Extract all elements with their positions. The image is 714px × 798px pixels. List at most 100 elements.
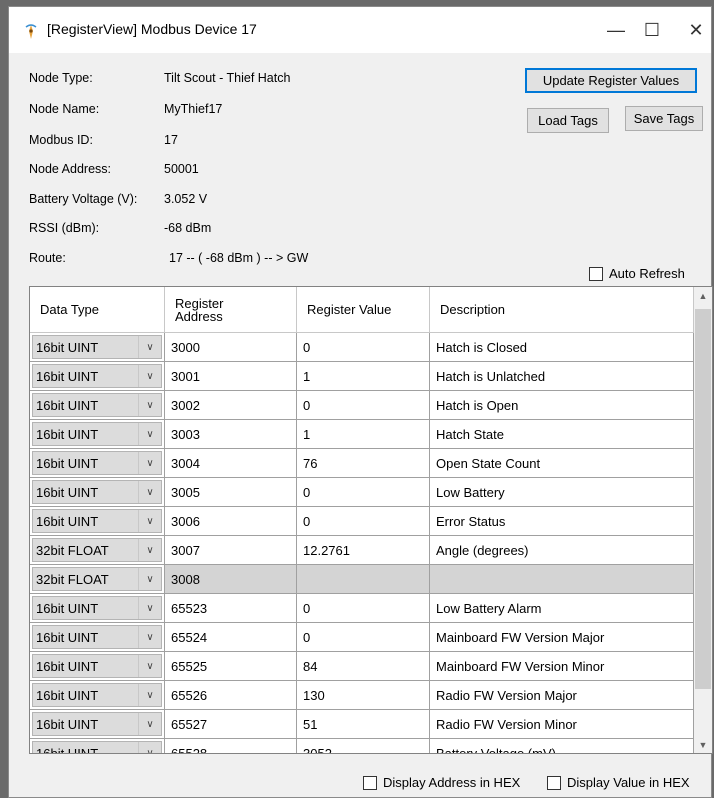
data-type-cell[interactable]: 16bit UINT ∨: [30, 739, 165, 753]
display-address-hex-checkbox[interactable]: [363, 775, 377, 790]
auto-refresh-checkbox[interactable]: [589, 266, 603, 281]
register-value-cell[interactable]: 0: [297, 507, 430, 536]
register-grid[interactable]: Data Type Register Address Register Valu…: [29, 286, 713, 754]
description-cell[interactable]: Open State Count: [430, 449, 694, 478]
register-address-cell[interactable]: 3005: [165, 478, 297, 507]
table-row[interactable]: 16bit UINT ∨ 65524 0 Mainboard FW Version Ma…: [30, 623, 694, 652]
data-type-cell[interactable]: 16bit UINT ∨: [30, 478, 165, 507]
data-type-dropdown[interactable]: 16bit UINT ∨: [32, 654, 162, 678]
description-cell[interactable]: Hatch is Closed: [430, 333, 694, 362]
chevron-down-icon[interactable]: ∨: [138, 742, 161, 753]
chevron-down-icon[interactable]: ∨: [138, 626, 161, 648]
data-type-dropdown[interactable]: 16bit UINT ∨: [32, 596, 162, 620]
table-row[interactable]: 16bit UINT ∨ 3001 1 Hatch is Unlatched: [30, 362, 694, 391]
description-cell[interactable]: Hatch is Open: [430, 391, 694, 420]
register-address-cell[interactable]: 65527: [165, 710, 297, 739]
data-type-dropdown[interactable]: 16bit UINT ∨: [32, 480, 162, 504]
register-address-cell[interactable]: 3007: [165, 536, 297, 565]
data-type-cell[interactable]: 16bit UINT ∨: [30, 362, 165, 391]
register-value-cell[interactable]: 0: [297, 623, 430, 652]
table-row[interactable]: 16bit UINT ∨ 3004 76 Open State Count: [30, 449, 694, 478]
register-value-cell[interactable]: 130: [297, 681, 430, 710]
register-address-cell[interactable]: 3001: [165, 362, 297, 391]
table-row[interactable]: 16bit UINT ∨ 3003 1 Hatch State: [30, 420, 694, 449]
chevron-down-icon[interactable]: ∨: [138, 423, 161, 445]
chevron-down-icon[interactable]: ∨: [138, 365, 161, 387]
data-type-cell[interactable]: 32bit FLOAT ∨: [30, 536, 165, 565]
data-type-cell[interactable]: 16bit UINT ∨: [30, 681, 165, 710]
description-cell[interactable]: Radio FW Version Minor: [430, 710, 694, 739]
table-row[interactable]: 16bit UINT ∨ 3005 0 Low Battery: [30, 478, 694, 507]
table-row[interactable]: 16bit UINT ∨ 65526 130 Radio FW Version Majo…: [30, 681, 694, 710]
register-value-cell[interactable]: 12.2761: [297, 536, 430, 565]
chevron-down-icon[interactable]: ∨: [138, 597, 161, 619]
data-type-dropdown[interactable]: 32bit FLOAT ∨: [32, 538, 162, 562]
register-address-cell[interactable]: 3003: [165, 420, 297, 449]
data-type-cell[interactable]: 32bit FLOAT ∨: [30, 565, 165, 594]
header-data-type[interactable]: Data Type: [30, 287, 165, 333]
register-value-cell[interactable]: 0: [297, 391, 430, 420]
data-type-cell[interactable]: 16bit UINT ∨: [30, 449, 165, 478]
table-row[interactable]: 16bit UINT ∨ 65525 84 Mainboard FW Version M…: [30, 652, 694, 681]
description-cell[interactable]: Radio FW Version Major: [430, 681, 694, 710]
close-button[interactable]: ✕: [673, 7, 714, 53]
description-cell[interactable]: Angle (degrees): [430, 536, 694, 565]
data-type-cell[interactable]: 16bit UINT ∨: [30, 652, 165, 681]
chevron-down-icon[interactable]: ∨: [138, 394, 161, 416]
register-address-cell[interactable]: 3008: [165, 565, 297, 594]
chevron-down-icon[interactable]: ∨: [138, 452, 161, 474]
data-type-dropdown[interactable]: 16bit UINT ∨: [32, 393, 162, 417]
register-value-cell[interactable]: 1: [297, 362, 430, 391]
register-address-cell[interactable]: 65525: [165, 652, 297, 681]
description-cell[interactable]: Low Battery Alarm: [430, 594, 694, 623]
update-register-values-button[interactable]: Update Register Values: [525, 68, 697, 93]
auto-refresh-toggle[interactable]: Auto Refresh: [589, 266, 685, 281]
data-type-cell[interactable]: 16bit UINT ∨: [30, 710, 165, 739]
data-type-cell[interactable]: 16bit UINT ∨: [30, 623, 165, 652]
description-cell[interactable]: Low Battery: [430, 478, 694, 507]
chevron-down-icon[interactable]: ∨: [138, 655, 161, 677]
register-address-cell[interactable]: 3002: [165, 391, 297, 420]
data-type-dropdown[interactable]: 16bit UINT ∨: [32, 712, 162, 736]
header-register-value[interactable]: Register Value: [297, 287, 430, 333]
register-value-cell[interactable]: 0: [297, 594, 430, 623]
register-value-cell[interactable]: 84: [297, 652, 430, 681]
chevron-down-icon[interactable]: ∨: [138, 568, 161, 590]
description-cell[interactable]: Error Status: [430, 507, 694, 536]
data-type-dropdown[interactable]: 16bit UINT ∨: [32, 741, 162, 753]
description-cell[interactable]: Mainboard FW Version Major: [430, 623, 694, 652]
description-cell[interactable]: Hatch State: [430, 420, 694, 449]
chevron-down-icon[interactable]: ∨: [138, 336, 161, 358]
chevron-down-icon[interactable]: ∨: [138, 713, 161, 735]
register-address-cell[interactable]: 3006: [165, 507, 297, 536]
register-address-cell[interactable]: 3000: [165, 333, 297, 362]
chevron-down-icon[interactable]: ∨: [138, 539, 161, 561]
description-cell[interactable]: Hatch is Unlatched: [430, 362, 694, 391]
data-type-cell[interactable]: 16bit UINT ∨: [30, 594, 165, 623]
register-address-cell[interactable]: 65523: [165, 594, 297, 623]
data-type-cell[interactable]: 16bit UINT ∨: [30, 391, 165, 420]
table-row[interactable]: 16bit UINT ∨ 65523 0 Low Battery Alarm: [30, 594, 694, 623]
data-type-dropdown[interactable]: 16bit UINT ∨: [32, 335, 162, 359]
register-address-cell[interactable]: 65526: [165, 681, 297, 710]
description-cell[interactable]: Battery Voltage (mV): [430, 739, 694, 753]
register-value-cell[interactable]: 3052: [297, 739, 430, 753]
register-value-cell[interactable]: 51: [297, 710, 430, 739]
data-type-dropdown[interactable]: 16bit UINT ∨: [32, 364, 162, 388]
table-row[interactable]: 16bit UINT ∨ 3006 0 Error Status: [30, 507, 694, 536]
data-type-cell[interactable]: 16bit UINT ∨: [30, 333, 165, 362]
register-address-cell[interactable]: 65528: [165, 739, 297, 753]
data-type-dropdown[interactable]: 32bit FLOAT ∨: [32, 567, 162, 591]
chevron-down-icon[interactable]: ∨: [138, 684, 161, 706]
data-type-dropdown[interactable]: 16bit UINT ∨: [32, 625, 162, 649]
data-type-dropdown[interactable]: 16bit UINT ∨: [32, 422, 162, 446]
data-type-cell[interactable]: 16bit UINT ∨: [30, 420, 165, 449]
table-row[interactable]: 16bit UINT ∨ 3000 0 Hatch is Closed: [30, 333, 694, 362]
register-value-cell[interactable]: 0: [297, 478, 430, 507]
save-tags-button[interactable]: Save Tags: [625, 106, 703, 131]
data-type-dropdown[interactable]: 16bit UINT ∨: [32, 509, 162, 533]
register-value-cell[interactable]: 76: [297, 449, 430, 478]
display-value-hex-toggle[interactable]: Display Value in HEX: [547, 775, 690, 790]
register-value-cell[interactable]: 1: [297, 420, 430, 449]
scroll-up-icon[interactable]: ▲: [694, 287, 712, 304]
